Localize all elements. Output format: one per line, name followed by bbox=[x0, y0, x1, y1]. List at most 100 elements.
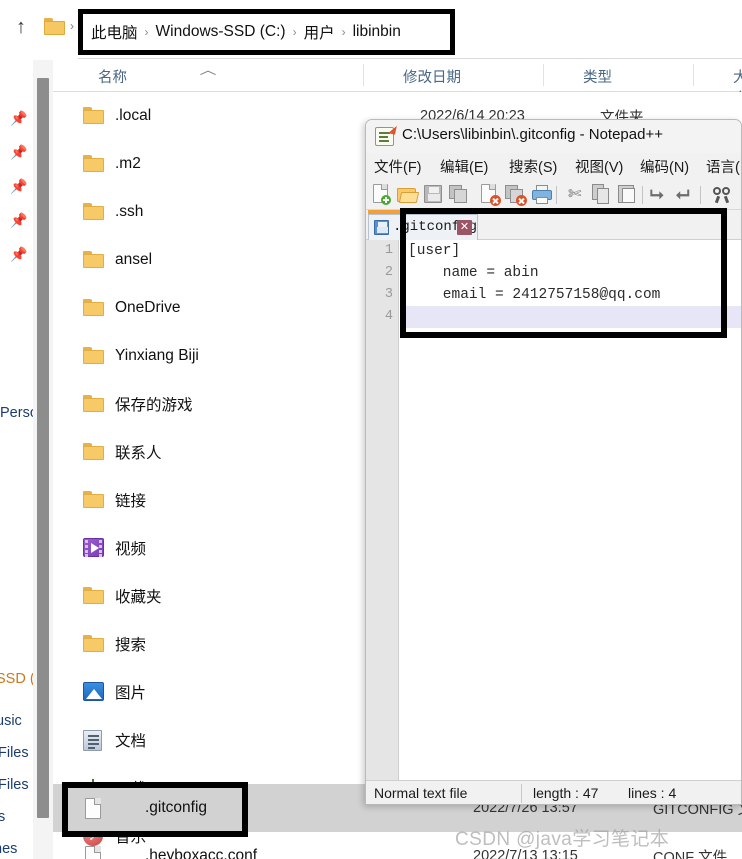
up-arrow-button[interactable]: ↑ bbox=[8, 14, 34, 40]
notepadpp-title-bar[interactable]: C:\Users\libinbin\.gitconfig - Notepad++ bbox=[366, 120, 741, 153]
breadcrumb[interactable]: 此电脑 › Windows-SSD (C:) › 用户 › libinbin bbox=[83, 14, 450, 50]
file-name[interactable]: OneDrive bbox=[115, 299, 180, 317]
column-header-date-modified[interactable]: 修改日期 bbox=[403, 66, 461, 87]
notepadpp-editor[interactable]: 1 2 3 4 [user] name = abin email = 24127… bbox=[366, 240, 741, 780]
nav-item-clipped[interactable]: usic bbox=[0, 713, 22, 729]
breadcrumb-separator-icon: › bbox=[144, 25, 149, 39]
menu-item-view[interactable]: 视图(V) bbox=[575, 156, 623, 177]
file-name[interactable]: 链接 bbox=[115, 489, 146, 511]
pin-icon[interactable]: 📌 bbox=[10, 144, 27, 160]
nav-item-clipped[interactable]: Files bbox=[0, 745, 29, 761]
line-number: 2 bbox=[384, 265, 393, 280]
breadcrumb-segment-this-pc[interactable]: 此电脑 bbox=[91, 21, 138, 43]
address-bar-divider bbox=[78, 58, 742, 59]
folder-icon bbox=[83, 346, 105, 366]
file-name[interactable]: Yinxiang Biji bbox=[115, 347, 199, 365]
breadcrumb-separator-icon: › bbox=[341, 25, 346, 39]
folder-icon bbox=[83, 586, 105, 606]
menu-item-encoding[interactable]: 编码(N) bbox=[640, 156, 689, 177]
file-name[interactable]: 保存的游戏 bbox=[115, 393, 193, 415]
column-header-type[interactable]: 类型 bbox=[583, 66, 612, 87]
status-length: length : 47 bbox=[533, 785, 599, 801]
file-name[interactable]: 收藏夹 bbox=[115, 585, 162, 607]
copy-icon[interactable] bbox=[591, 184, 612, 205]
breadcrumb-segment-users[interactable]: 用户 bbox=[304, 21, 335, 43]
code-line: name = abin bbox=[408, 265, 539, 281]
paste-icon[interactable] bbox=[617, 184, 638, 205]
new-file-icon[interactable] bbox=[371, 184, 392, 205]
file-name[interactable]: .gitconfig bbox=[145, 799, 207, 817]
column-header-name[interactable]: 名称 bbox=[98, 66, 127, 87]
line-number: 1 bbox=[384, 243, 393, 258]
close-icon[interactable]: ✕ bbox=[457, 220, 472, 235]
file-list-column-header: 名称 修改日期 类型 大小 bbox=[40, 60, 742, 107]
sort-ascending-icon: ︿ bbox=[199, 63, 217, 77]
file-name[interactable]: 搜索 bbox=[115, 633, 146, 655]
folder-icon bbox=[83, 442, 105, 462]
video-folder-icon bbox=[83, 538, 105, 558]
file-name[interactable]: ansel bbox=[115, 251, 152, 269]
notepadpp-window[interactable]: C:\Users\libinbin\.gitconfig - Notepad++… bbox=[365, 119, 742, 805]
line-number-gutter: 1 2 3 4 bbox=[366, 240, 399, 780]
file-name[interactable]: 文档 bbox=[115, 729, 146, 751]
breadcrumb-segment-libinbin[interactable]: libinbin bbox=[353, 23, 401, 41]
screenshot-root: ↑ › 此电脑 › Windows-SSD (C:) › 用户 › libinb… bbox=[0, 0, 742, 859]
nav-item-clipped[interactable]: Files bbox=[0, 777, 29, 793]
file-icon bbox=[83, 798, 105, 819]
notepadpp-status-bar: Normal text file length : 47 lines : 4 bbox=[366, 780, 741, 804]
code-line: [user] bbox=[408, 243, 461, 259]
folder-icon bbox=[83, 250, 105, 270]
folder-icon bbox=[83, 634, 105, 654]
nav-item-clipped[interactable]: Perso bbox=[0, 405, 33, 421]
nav-item-clipped[interactable]: nes bbox=[0, 841, 17, 857]
breadcrumb-segment-drive[interactable]: Windows-SSD (C:) bbox=[156, 23, 286, 41]
folder-icon bbox=[83, 490, 105, 510]
file-name[interactable]: .ssh bbox=[115, 203, 143, 221]
line-number: 3 bbox=[384, 287, 393, 302]
breadcrumb-chevron-icon: › bbox=[70, 19, 74, 33]
address-folder-icon bbox=[44, 18, 65, 35]
folder-icon bbox=[83, 202, 105, 222]
tab-gitconfig[interactable]: .gitconfig ✕ bbox=[368, 214, 478, 240]
open-file-icon[interactable] bbox=[397, 184, 420, 205]
folder-icon bbox=[83, 298, 105, 318]
status-file-type: Normal text file bbox=[374, 785, 468, 801]
file-name[interactable]: .heyboxacc.conf bbox=[145, 847, 257, 859]
tab-saved-icon bbox=[374, 220, 389, 235]
notepadpp-menu-bar[interactable]: 文件(F) 编辑(E) 搜索(S) 视图(V) 编码(N) 语言( bbox=[366, 153, 741, 179]
nav-item-clipped[interactable]: s bbox=[0, 809, 5, 825]
menu-item-search[interactable]: 搜索(S) bbox=[509, 156, 557, 177]
breadcrumb-separator-icon: › bbox=[292, 25, 297, 39]
pin-icon[interactable]: 📌 bbox=[10, 212, 27, 228]
notepadpp-toolbar[interactable]: ✄ ⮡ ⮠ bbox=[366, 179, 741, 210]
file-name[interactable]: .m2 bbox=[115, 155, 141, 173]
navigation-pane-clipped: 📌 📌 📌 📌 📌 Perso SSD ( usic Files Files s… bbox=[0, 60, 33, 859]
close-file-icon[interactable] bbox=[479, 184, 501, 206]
file-icon bbox=[83, 846, 105, 859]
menu-item-file[interactable]: 文件(F) bbox=[374, 156, 422, 177]
documents-folder-icon bbox=[83, 730, 105, 751]
notepadpp-tab-bar[interactable]: .gitconfig ✕ bbox=[366, 214, 741, 240]
save-icon[interactable] bbox=[423, 184, 444, 205]
file-name[interactable]: 图片 bbox=[115, 681, 146, 703]
cut-icon[interactable]: ✄ bbox=[565, 184, 586, 205]
file-name[interactable]: .local bbox=[115, 107, 151, 125]
pin-icon[interactable]: 📌 bbox=[10, 246, 27, 262]
redo-icon[interactable]: ⮠ bbox=[675, 184, 696, 205]
menu-item-language[interactable]: 语言( bbox=[706, 156, 740, 177]
pin-icon[interactable]: 📌 bbox=[10, 178, 27, 194]
print-icon[interactable] bbox=[532, 184, 553, 205]
close-all-icon[interactable] bbox=[505, 184, 527, 206]
save-all-icon[interactable] bbox=[449, 184, 470, 205]
undo-icon[interactable]: ⮡ bbox=[649, 184, 670, 205]
pin-icon[interactable]: 📌 bbox=[10, 110, 27, 126]
pictures-folder-icon bbox=[83, 682, 105, 702]
vertical-scrollbar-thumb[interactable] bbox=[37, 78, 49, 818]
nav-item-clipped[interactable]: SSD ( bbox=[0, 671, 33, 687]
code-content[interactable]: [user] name = abin email = 2412757158@qq… bbox=[400, 240, 741, 780]
folder-icon bbox=[83, 154, 105, 174]
menu-item-edit[interactable]: 编辑(E) bbox=[440, 156, 488, 177]
file-name[interactable]: 联系人 bbox=[115, 441, 162, 463]
file-name[interactable]: 视频 bbox=[115, 537, 146, 559]
find-icon[interactable] bbox=[712, 184, 733, 205]
